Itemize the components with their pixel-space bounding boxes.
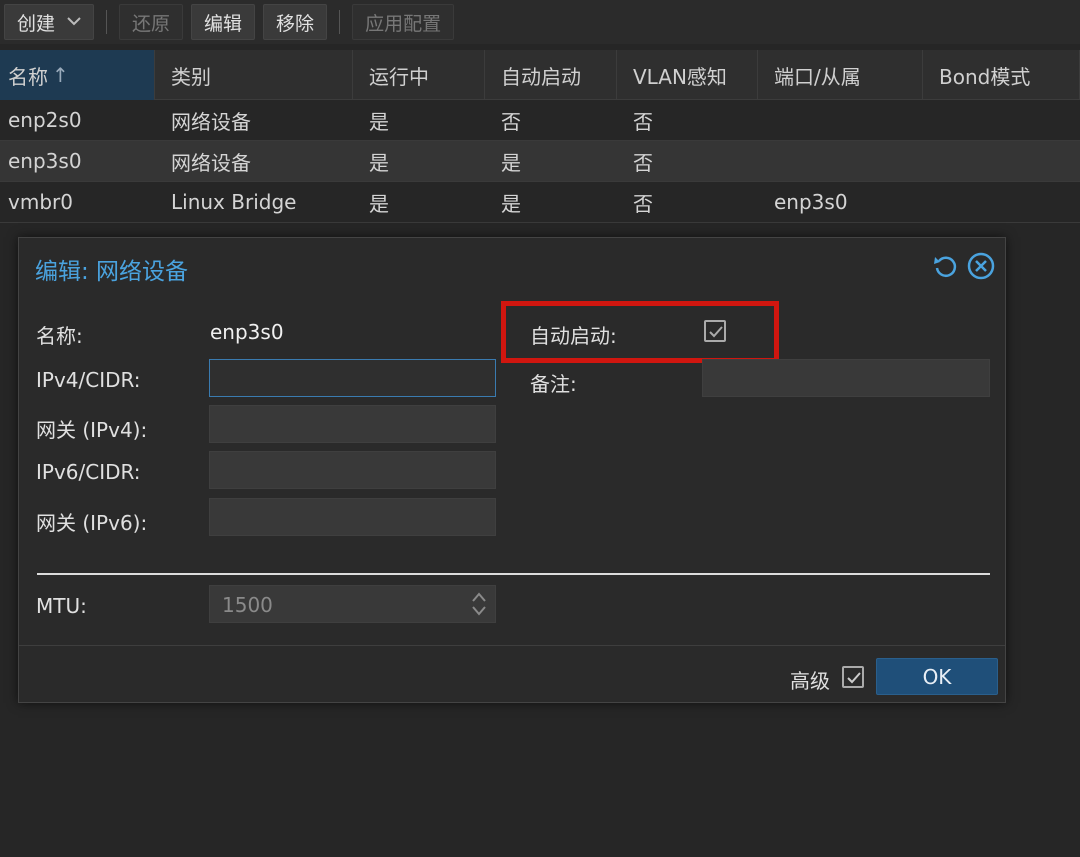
column-header-label: Bond模式 xyxy=(939,64,1031,89)
ipv6-cidr-label: IPv6/CIDR: xyxy=(36,460,141,484)
table-cell xyxy=(758,100,923,140)
mtu-input[interactable]: 1500 xyxy=(209,585,496,623)
network-grid: 名称 ↑ 类别 运行中 自动启动 VLAN感知 端口/从属 Bond模式 enp… xyxy=(0,50,1080,223)
toolbar-separator xyxy=(106,10,108,34)
column-header-name[interactable]: 名称 ↑ xyxy=(0,50,155,100)
ipv4-cidr-label: IPv4/CIDR: xyxy=(36,368,141,392)
table-cell: 是 xyxy=(369,109,389,134)
apply-config-label: 应用配置 xyxy=(365,12,442,35)
table-cell: 是 xyxy=(369,150,389,175)
dialog-title: 编辑: 网络设备 xyxy=(35,259,189,285)
gateway-ipv6-input[interactable] xyxy=(209,498,496,536)
mtu-placeholder: 1500 xyxy=(222,593,273,617)
column-header-label: 自动启动 xyxy=(501,64,581,89)
table-cell: 否 xyxy=(633,150,653,175)
grid-header: 名称 ↑ 类别 运行中 自动启动 VLAN感知 端口/从属 Bond模式 xyxy=(0,50,1080,100)
ipv6-cidr-input[interactable] xyxy=(209,451,496,489)
gateway-ipv4-input[interactable] xyxy=(209,405,496,443)
toolbar-separator xyxy=(339,10,341,34)
dialog-tools xyxy=(931,252,995,280)
table-cell: 网络设备 xyxy=(171,150,251,175)
ok-button[interactable]: OK xyxy=(876,658,998,695)
gateway-ipv4-label: 网关 (IPv4): xyxy=(36,418,148,442)
table-row[interactable]: enp3s0 网络设备 是 是 否 xyxy=(0,141,1080,182)
table-cell: 是 xyxy=(501,191,521,216)
table-cell: vmbr0 xyxy=(8,190,73,214)
footer-separator xyxy=(19,645,1005,646)
toolbar: 创建 还原 编辑 移除 应用配置 xyxy=(0,0,1080,44)
comment-input[interactable] xyxy=(702,359,990,397)
name-value: enp3s0 xyxy=(210,320,284,344)
column-header-label: 端口/从属 xyxy=(774,64,861,89)
column-header-label: VLAN感知 xyxy=(633,64,727,89)
advanced-checkbox[interactable] xyxy=(842,666,864,688)
table-cell: enp3s0 xyxy=(774,190,848,214)
ok-label: OK xyxy=(922,664,952,689)
sort-ascending-icon: ↑ xyxy=(52,63,69,87)
create-button[interactable]: 创建 xyxy=(4,4,95,40)
revert-button[interactable]: 还原 xyxy=(119,4,184,40)
remove-button[interactable]: 移除 xyxy=(263,4,328,40)
table-row[interactable]: enp2s0 网络设备 是 否 否 xyxy=(0,100,1080,141)
table-cell: enp3s0 xyxy=(8,149,82,173)
table-row[interactable]: vmbr0 Linux Bridge 是 是 否 enp3s0 xyxy=(0,182,1080,223)
create-label: 创建 xyxy=(17,12,56,35)
table-cell: 是 xyxy=(369,191,389,216)
table-cell: Linux Bridge xyxy=(171,190,297,214)
comment-label: 备注: xyxy=(530,372,577,396)
edit-label: 编辑 xyxy=(204,12,243,35)
edit-button[interactable]: 编辑 xyxy=(191,4,256,40)
table-cell: 否 xyxy=(633,109,653,134)
column-header-bond-mode[interactable]: Bond模式 xyxy=(923,50,1080,100)
remove-label: 移除 xyxy=(276,12,315,35)
table-cell xyxy=(758,141,923,181)
table-cell xyxy=(923,100,1080,140)
table-cell: 否 xyxy=(633,191,653,216)
table-cell xyxy=(923,141,1080,181)
column-header-ports[interactable]: 端口/从属 xyxy=(758,50,923,100)
revert-label: 还原 xyxy=(132,12,171,35)
column-header-active[interactable]: 运行中 xyxy=(353,50,485,100)
edit-network-dialog: 编辑: 网络设备 名称: enp3s0 IPv4/CIDR: 网关 (IPv4)… xyxy=(18,237,1006,703)
section-divider xyxy=(37,573,990,575)
gateway-ipv6-label: 网关 (IPv6): xyxy=(36,511,148,535)
apply-config-button[interactable]: 应用配置 xyxy=(352,4,455,40)
column-header-vlan-aware[interactable]: VLAN感知 xyxy=(617,50,758,100)
mtu-label: MTU: xyxy=(36,594,87,618)
table-cell: enp2s0 xyxy=(8,108,82,132)
table-cell: 否 xyxy=(501,109,521,134)
close-icon[interactable] xyxy=(967,252,995,280)
column-header-label: 名称 xyxy=(8,64,48,89)
column-header-type[interactable]: 类别 xyxy=(155,50,353,100)
table-cell xyxy=(923,182,1080,222)
column-header-label: 运行中 xyxy=(369,64,429,89)
ipv4-cidr-input[interactable] xyxy=(209,359,496,397)
advanced-label: 高级 xyxy=(790,669,830,693)
table-cell: 网络设备 xyxy=(171,109,251,134)
spinner-icon[interactable] xyxy=(471,590,487,621)
reset-icon[interactable] xyxy=(931,252,959,280)
column-header-autostart[interactable]: 自动启动 xyxy=(485,50,617,100)
table-cell: 是 xyxy=(501,150,521,175)
column-header-label: 类别 xyxy=(171,64,211,89)
name-label: 名称: xyxy=(36,324,83,348)
autostart-label: 自动启动: xyxy=(530,324,617,348)
autostart-checkbox[interactable] xyxy=(704,320,726,342)
chevron-down-icon xyxy=(67,14,81,30)
